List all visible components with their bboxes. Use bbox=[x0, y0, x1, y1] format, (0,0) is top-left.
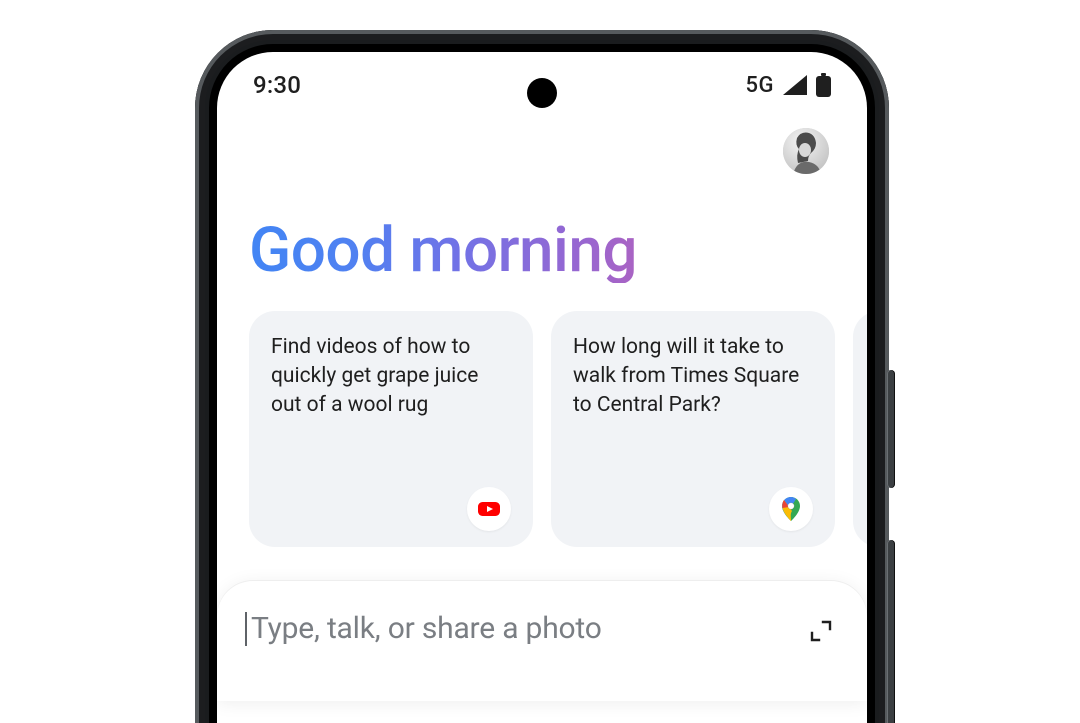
expand-icon[interactable] bbox=[803, 613, 839, 649]
hardware-power-button bbox=[887, 370, 895, 488]
youtube-icon bbox=[467, 487, 511, 531]
status-bar: 9:30 5G bbox=[217, 52, 867, 118]
suggestion-carousel[interactable]: Find videos of how to quickly get grape … bbox=[249, 311, 867, 547]
suggestion-text: Find videos of how to quickly get grape … bbox=[271, 333, 511, 420]
status-time: 9:30 bbox=[253, 71, 301, 99]
prompt-input[interactable]: Type, talk, or share a photo bbox=[245, 611, 803, 646]
battery-icon bbox=[816, 73, 831, 97]
suggestion-card[interactable]: How long will it take to walk from Times… bbox=[551, 311, 835, 547]
status-network-label: 5G bbox=[746, 73, 775, 98]
hardware-volume-button bbox=[887, 540, 895, 723]
account-avatar[interactable] bbox=[783, 128, 829, 174]
cellular-signal-icon bbox=[782, 74, 808, 96]
input-bar[interactable]: Type, talk, or share a photo bbox=[217, 581, 867, 701]
greeting-heading: Good morning bbox=[249, 218, 835, 283]
phone-frame: 9:30 5G bbox=[195, 30, 889, 723]
suggestion-card[interactable]: Find videos of how to quickly get grape … bbox=[249, 311, 533, 547]
prompt-placeholder: Type, talk, or share a photo bbox=[251, 611, 602, 646]
google-maps-icon bbox=[769, 487, 813, 531]
screen: 9:30 5G bbox=[217, 52, 867, 723]
text-cursor bbox=[245, 612, 247, 646]
suggestion-text: How long will it take to walk from Times… bbox=[573, 333, 813, 420]
suggestion-card[interactable]: How long will it take to walk from Times… bbox=[853, 311, 867, 547]
